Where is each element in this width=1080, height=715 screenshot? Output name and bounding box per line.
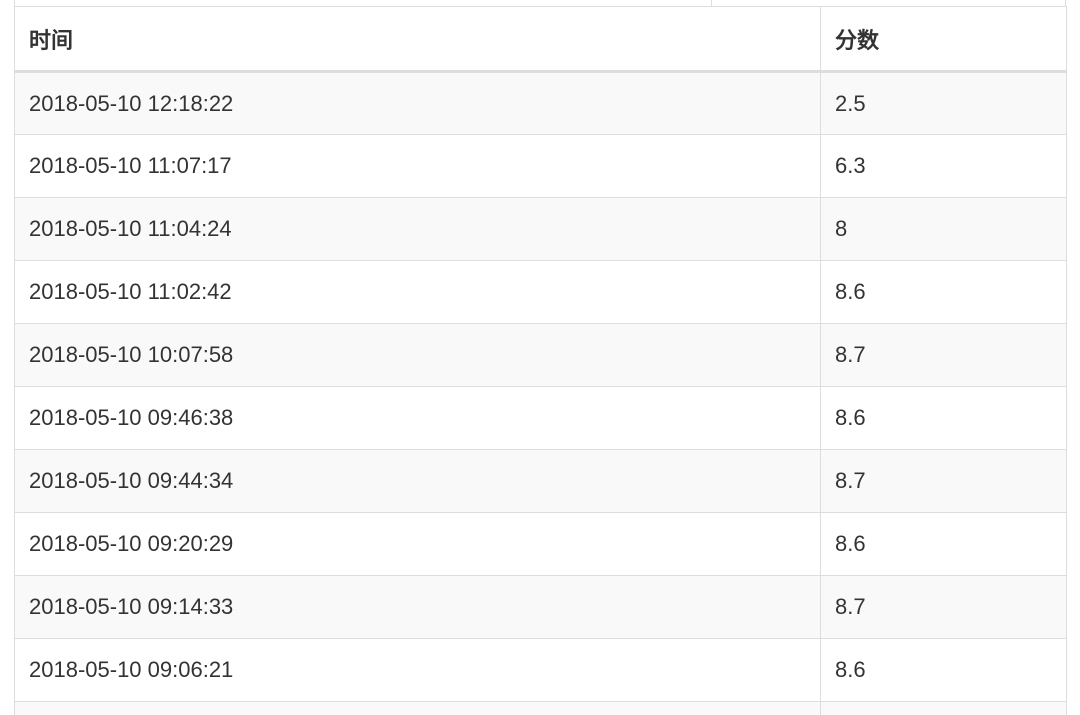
table-row: 2018-05-10 11:07:17 6.3: [14, 134, 1067, 198]
cell-score: 2.5: [820, 71, 1067, 135]
cell-time-empty: [14, 701, 821, 715]
cell-time: 2018-05-10 09:20:29: [14, 512, 821, 576]
table-row: 2018-05-10 09:20:29 8.6: [14, 512, 1067, 576]
table-row-cutoff: [14, 701, 1067, 715]
cell-time: 2018-05-10 09:06:21: [14, 638, 821, 702]
table-row: 2018-05-10 09:14:33 8.7: [14, 575, 1067, 639]
cell-score: 8.7: [820, 449, 1067, 513]
cell-time: 2018-05-10 11:04:24: [14, 197, 821, 261]
cell-score: 8.7: [820, 575, 1067, 639]
cell-time: 2018-05-10 09:46:38: [14, 386, 821, 450]
table-row: 2018-05-10 09:44:34 8.7: [14, 449, 1067, 513]
table-row: 2018-05-10 09:46:38 8.6: [14, 386, 1067, 450]
table-row: 2018-05-10 10:07:58 8.7: [14, 323, 1067, 387]
cell-time: 2018-05-10 09:44:34: [14, 449, 821, 513]
table-row: 2018-05-10 12:18:22 2.5: [14, 71, 1067, 135]
cell-score: 8.6: [820, 260, 1067, 324]
cell-score: 8.7: [820, 323, 1067, 387]
score-table: 时间 分数 2018-05-10 12:18:22 2.5 2018-05-10…: [14, 6, 1067, 715]
table-row: 2018-05-10 09:06:21 8.6: [14, 638, 1067, 702]
table-row: 2018-05-10 11:04:24 8: [14, 197, 1067, 261]
cell-score: 8.6: [820, 638, 1067, 702]
cell-time: 2018-05-10 10:07:58: [14, 323, 821, 387]
header-time: 时间: [14, 6, 821, 73]
cell-time: 2018-05-10 11:07:17: [14, 134, 821, 198]
cell-score: 8.6: [820, 512, 1067, 576]
table-header-row: 时间 分数: [14, 6, 1067, 73]
cell-time: 2018-05-10 11:02:42: [14, 260, 821, 324]
cell-score: 8.6: [820, 386, 1067, 450]
cell-time: 2018-05-10 12:18:22: [14, 71, 821, 135]
score-table-container: 时间 分数 2018-05-10 12:18:22 2.5 2018-05-10…: [14, 6, 1067, 715]
cell-time: 2018-05-10 09:14:33: [14, 575, 821, 639]
cell-score-empty: [820, 701, 1067, 715]
header-score: 分数: [820, 6, 1067, 73]
cell-score: 8: [820, 197, 1067, 261]
table-row: 2018-05-10 11:02:42 8.6: [14, 260, 1067, 324]
page: 时间 分数 2018-05-10 12:18:22 2.5 2018-05-10…: [0, 0, 1080, 715]
cell-score: 6.3: [820, 134, 1067, 198]
